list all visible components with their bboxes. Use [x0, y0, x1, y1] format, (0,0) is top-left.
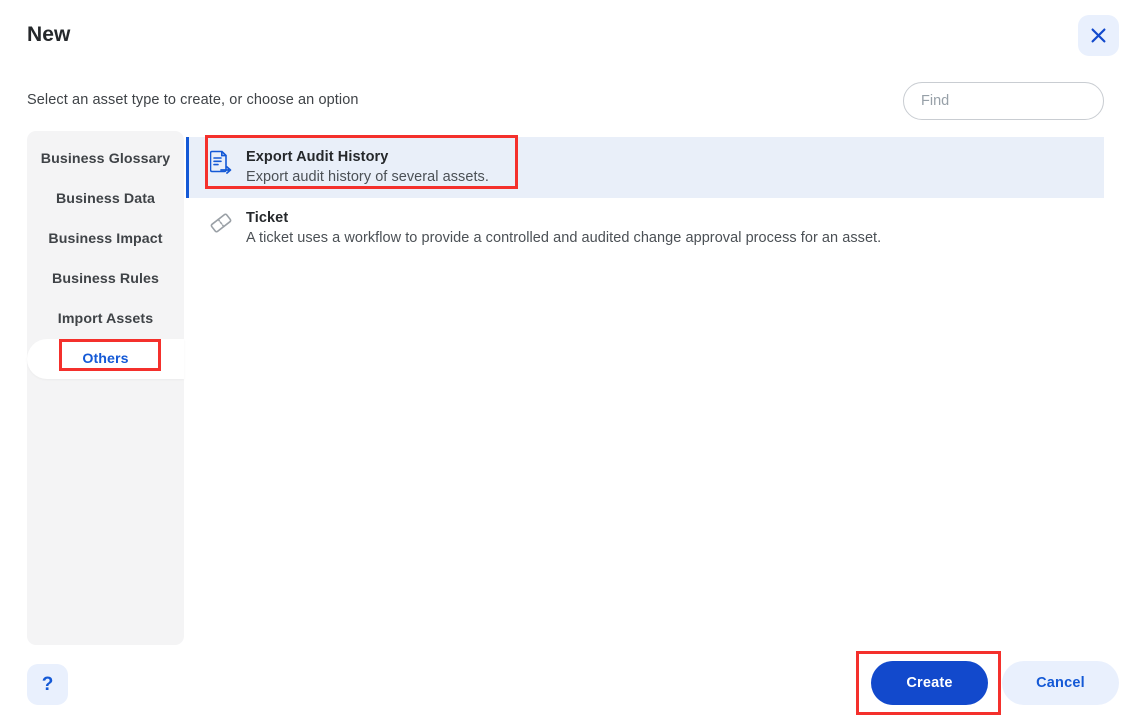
new-asset-dialog: New Select an asset type to create, or c…: [0, 0, 1132, 716]
sidebar-item-label: Others: [82, 351, 129, 367]
sidebar-item-label: Business Impact: [48, 231, 163, 247]
list-item-ticket[interactable]: Ticket A ticket uses a workflow to provi…: [186, 198, 1104, 259]
sidebar-item-business-glossary[interactable]: Business Glossary: [27, 139, 184, 179]
asset-type-list: Export Audit History Export audit histor…: [186, 137, 1104, 259]
close-icon: [1090, 27, 1107, 44]
page-title: New: [27, 23, 71, 46]
list-item-export-audit-history[interactable]: Export Audit History Export audit histor…: [186, 137, 1104, 198]
export-document-icon: [208, 148, 234, 180]
category-sidebar: Business Glossary Business Data Business…: [27, 131, 184, 645]
list-item-text: Export Audit History Export audit histor…: [246, 148, 1104, 187]
search-input[interactable]: [903, 82, 1104, 120]
list-item-text: Ticket A ticket uses a workflow to provi…: [246, 209, 1104, 248]
help-button[interactable]: ?: [27, 664, 68, 705]
sidebar-item-label: Business Glossary: [40, 151, 171, 167]
sidebar-item-label: Business Data: [55, 191, 156, 207]
sidebar-item-business-rules[interactable]: Business Rules: [27, 259, 184, 299]
list-item-description: Export audit history of several assets.: [246, 169, 489, 185]
sidebar-item-others[interactable]: Others: [27, 339, 184, 379]
ticket-icon: [208, 209, 234, 241]
create-button[interactable]: Create: [871, 661, 988, 705]
sidebar-item-business-impact[interactable]: Business Impact: [27, 219, 184, 259]
sidebar-item-label: Business Rules: [51, 271, 160, 287]
sidebar-item-import-assets[interactable]: Import Assets: [27, 299, 184, 339]
sidebar-item-label: Import Assets: [57, 311, 154, 327]
dialog-subtitle: Select an asset type to create, or choos…: [27, 92, 359, 108]
dialog-header: New: [0, 0, 1132, 72]
close-button[interactable]: [1078, 15, 1119, 56]
sidebar-item-business-data[interactable]: Business Data: [27, 179, 184, 219]
cancel-button[interactable]: Cancel: [1002, 661, 1119, 705]
list-item-title: Export Audit History: [246, 149, 389, 165]
dialog-footer-actions: Create Cancel: [871, 661, 1119, 705]
list-item-description: A ticket uses a workflow to provide a co…: [246, 230, 882, 246]
list-item-title: Ticket: [246, 210, 289, 226]
